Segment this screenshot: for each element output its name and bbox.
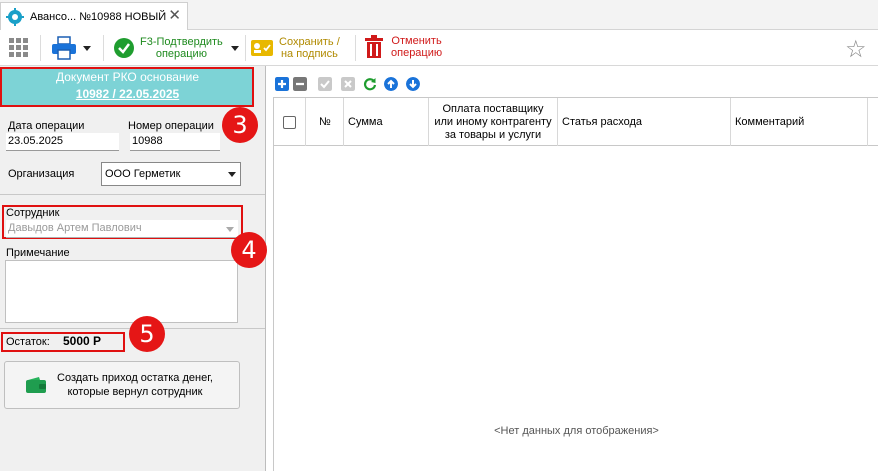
number-field[interactable]: 10988 xyxy=(130,133,220,151)
grid-toolbar xyxy=(268,70,878,98)
discard-row-icon[interactable] xyxy=(341,77,355,91)
col-number-label: № xyxy=(319,116,331,128)
header-col-payment[interactable]: Оплата поставщику или иному контрагенту … xyxy=(429,98,558,146)
header-select-all[interactable] xyxy=(274,98,306,146)
move-down-icon[interactable] xyxy=(406,77,420,91)
employee-value: Давыдов Артем Павлович xyxy=(8,222,142,234)
apps-grid-icon[interactable] xyxy=(9,38,29,58)
date-field[interactable]: 23.05.2025 xyxy=(6,133,119,151)
header-col-sum[interactable]: Сумма xyxy=(344,98,429,146)
col-payment-line3: за товары и услуги xyxy=(444,128,542,141)
col-payment-line2: или иному контрагенту xyxy=(434,115,552,128)
accept-row-icon[interactable] xyxy=(318,77,332,91)
annotation-badge-3: 3 xyxy=(222,107,258,143)
printer-icon xyxy=(52,36,76,60)
confirm-operation-button[interactable]: F3-Подтвердить операцию xyxy=(113,36,239,60)
organization-label: Организация xyxy=(8,168,75,180)
signature-card-icon xyxy=(251,40,273,56)
confirm-label-line2: операцию xyxy=(155,48,207,60)
date-label: Дата операции xyxy=(8,120,85,132)
print-button[interactable] xyxy=(51,36,91,60)
add-row-icon[interactable] xyxy=(275,77,289,91)
grid-header: № Сумма Оплата поставщику или иному конт… xyxy=(274,98,878,146)
save-to-sign-button[interactable]: Сохранить / на подпись xyxy=(250,36,340,60)
annotation-badge-4: 4 xyxy=(231,232,267,268)
cancel-label-line2: операцию xyxy=(391,47,443,59)
operations-grid: № Сумма Оплата поставщику или иному конт… xyxy=(273,97,878,471)
create-button-line2: которые вернул сотрудник xyxy=(67,386,203,398)
balance-label: Остаток: xyxy=(6,336,50,348)
header-col-comment[interactable]: Комментарий xyxy=(731,98,868,146)
employee-label: Сотрудник xyxy=(6,207,60,219)
header-col-number[interactable]: № xyxy=(306,98,344,146)
tab-title: Авансо... №10988 НОВЫЙ xyxy=(30,10,167,23)
col-article-label: Статья расхода xyxy=(562,116,643,128)
col-payment-line1: Оплата поставщику xyxy=(442,102,544,115)
note-textarea[interactable] xyxy=(5,260,238,323)
main-toolbar: F3-Подтвердить операцию Сохранить / на п… xyxy=(0,31,878,66)
remove-row-icon[interactable] xyxy=(293,77,307,91)
create-return-income-button[interactable]: Создать приход остатка денег, которые ве… xyxy=(4,361,240,409)
trash-icon xyxy=(365,35,383,58)
select-all-checkbox[interactable] xyxy=(283,115,296,129)
tab-bar: Авансо... №10988 НОВЫЙ ✕ xyxy=(0,0,878,30)
confirm-label-line1: F3-Подтвердить xyxy=(140,36,223,48)
check-circle-icon xyxy=(114,38,134,58)
save-label-line1: Сохранить / xyxy=(279,36,340,48)
grid-empty-message: <Нет данных для отображения> xyxy=(494,425,659,437)
refresh-icon[interactable] xyxy=(363,77,377,91)
employee-select[interactable]: Давыдов Артем Павлович xyxy=(6,220,238,238)
note-label: Примечание xyxy=(6,247,70,259)
organization-select[interactable]: ООО Герметик xyxy=(101,162,241,186)
header-col-article[interactable]: Статья расхода xyxy=(558,98,731,146)
print-dropdown-caret[interactable] xyxy=(83,45,91,51)
annotation-badge-5: 5 xyxy=(129,316,165,352)
cancel-operation-button[interactable]: Отменить операцию xyxy=(364,35,442,59)
favorite-star-icon[interactable]: ☆ xyxy=(845,35,867,63)
number-value: 10988 xyxy=(132,135,163,147)
highlight-box-3 xyxy=(0,67,254,107)
move-up-icon[interactable] xyxy=(384,77,398,91)
col-comment-label: Комментарий xyxy=(735,116,805,128)
close-icon[interactable]: ✕ xyxy=(168,8,181,23)
create-button-line1: Создать приход остатка денег, xyxy=(57,372,213,384)
cancel-label-line1: Отменить xyxy=(391,35,442,47)
confirm-dropdown-caret[interactable] xyxy=(230,45,239,51)
number-label: Номер операции xyxy=(128,120,214,132)
employee-chevron-down-icon xyxy=(226,227,234,232)
gear-icon xyxy=(6,7,24,26)
document-tab[interactable]: Авансо... №10988 НОВЫЙ ✕ xyxy=(0,2,188,30)
save-label-line2: на подпись xyxy=(280,48,338,60)
col-sum-label: Сумма xyxy=(348,116,383,128)
date-value: 23.05.2025 xyxy=(8,135,64,147)
wallet-icon xyxy=(26,377,46,393)
organization-value: ООО Герметик xyxy=(105,168,181,180)
balance-value: 5000 Р xyxy=(63,334,102,348)
organization-chevron-down-icon xyxy=(228,172,236,177)
